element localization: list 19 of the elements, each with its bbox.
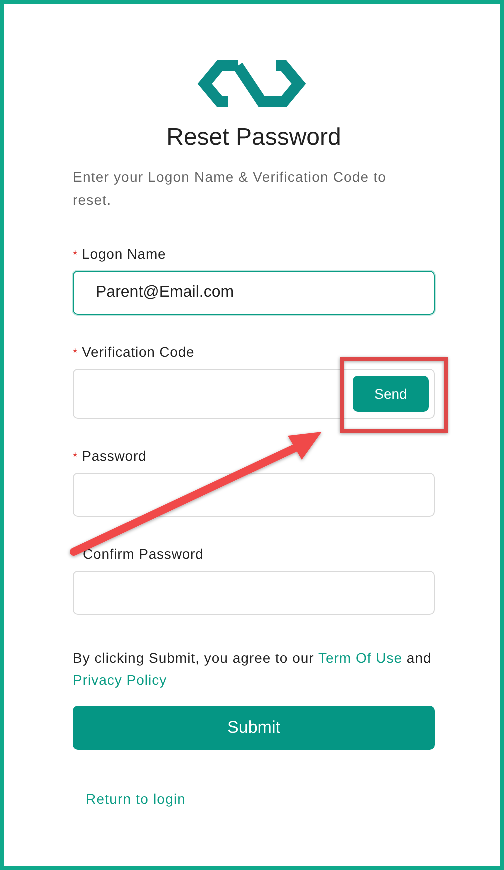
submit-button[interactable]: Submit xyxy=(73,706,435,750)
input-field[interactable]: Parent@Email.com xyxy=(73,271,435,315)
field-label: Logon Name xyxy=(82,246,166,262)
logo-icon xyxy=(196,58,308,110)
return-link[interactable]: Return to login xyxy=(86,791,186,807)
terms-link[interactable]: Term Of Use xyxy=(318,650,403,666)
send-button[interactable]: Send xyxy=(353,376,429,412)
field-label: Confirm Password xyxy=(83,546,204,562)
privacy-link[interactable]: Privacy Policy xyxy=(73,672,168,688)
page-title: Reset Password xyxy=(166,124,342,152)
input-field[interactable] xyxy=(73,571,435,615)
required-mark: * xyxy=(73,248,78,262)
consent-text: By clicking Submit, you agree to our Term Of Use and Privacy Policy xyxy=(73,649,433,690)
field-label: Verification Code xyxy=(82,344,195,360)
required-mark: * xyxy=(73,346,78,360)
field-label: Password xyxy=(82,448,147,464)
input-field[interactable] xyxy=(73,473,435,517)
required-mark: * xyxy=(73,450,78,464)
description-text: Enter your Logon Name & Verification Code to reset. xyxy=(73,168,388,210)
